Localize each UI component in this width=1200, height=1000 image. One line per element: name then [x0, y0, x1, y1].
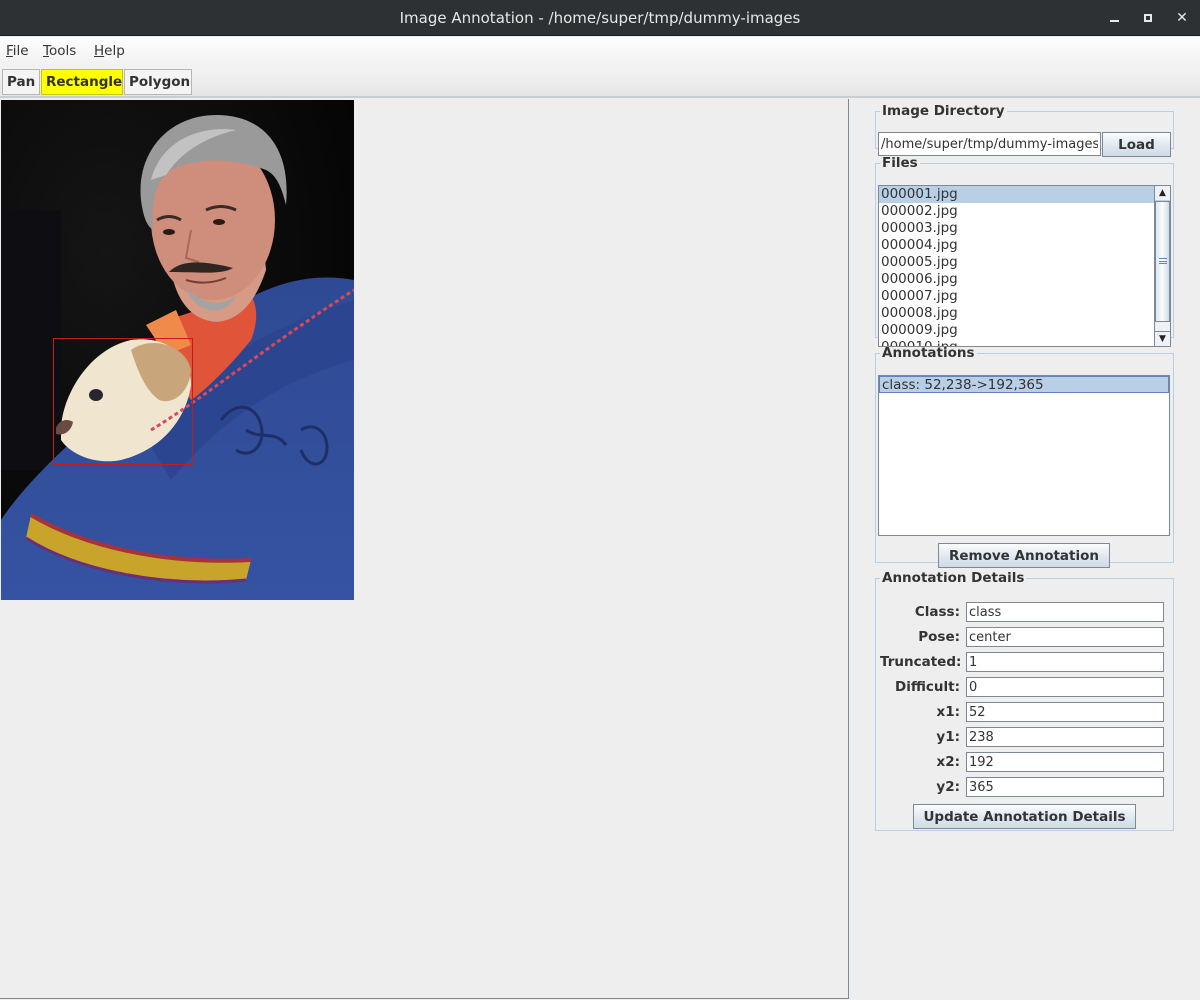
class-label: Class: — [914, 604, 960, 620]
minimize-icon — [1109, 20, 1119, 22]
x1-label: x1: — [936, 704, 961, 720]
annotation-list-item[interactable]: class: 52,238->192,365 — [879, 376, 1169, 393]
right-eye — [213, 219, 225, 225]
file-list-item[interactable]: 000004.jpg — [879, 237, 1170, 254]
difficult-input[interactable] — [966, 677, 1164, 697]
image-directory-group: Image Directory Load — [875, 103, 1174, 157]
file-list-item[interactable]: 000008.jpg — [879, 305, 1170, 322]
menu-file-label: ile — [12, 43, 29, 59]
scroll-up-icon: ▲ — [1159, 188, 1166, 198]
window-title: Image Annotation - /home/super/tmp/dummy… — [399, 9, 801, 27]
menu-tools[interactable]: Tools — [43, 43, 76, 59]
close-icon: ✕ — [1176, 10, 1188, 26]
pose-label: Pose: — [918, 629, 960, 645]
remove-annotation-button[interactable]: Remove Annotation — [938, 543, 1110, 568]
annotations-group: Annotations class: 52,238->192,365 Remov… — [875, 345, 1174, 568]
y2-input[interactable] — [966, 777, 1164, 797]
background-panel — [1, 210, 61, 470]
image-directory-legend: Image Directory — [882, 103, 1005, 119]
file-list-item[interactable]: 000001.jpg — [879, 186, 1170, 203]
menu-help[interactable]: Help — [94, 43, 125, 59]
annotation-details-group: Annotation Details Class: Pose: Truncated:… — [875, 571, 1174, 831]
annotation-rectangle[interactable] — [53, 338, 193, 465]
directory-path-input[interactable] — [878, 132, 1101, 156]
menu-help-label: elp — [104, 43, 125, 59]
annotation-details-legend: Annotation Details — [882, 570, 1025, 586]
truncated-input[interactable] — [966, 652, 1164, 672]
file-list-item[interactable]: 000009.jpg — [879, 322, 1170, 339]
menu-help-mnemonic: H — [94, 43, 105, 59]
x2-label: x2: — [936, 754, 961, 770]
menubar: File Tools Help — [0, 37, 1200, 67]
files-legend: Files — [882, 155, 918, 171]
difficult-label: Difficult: — [895, 679, 960, 695]
files-group: Files 000001.jpg 000002.jpg 000003.jpg 0000… — [875, 155, 1174, 347]
files-list[interactable]: 000001.jpg 000002.jpg 000003.jpg 000004.jpg… — [878, 185, 1171, 347]
file-list-item[interactable]: 000007.jpg — [879, 288, 1170, 305]
menu-file[interactable]: File — [6, 43, 29, 59]
update-annotation-details-button[interactable]: Update Annotation Details — [913, 804, 1136, 829]
annotations-list[interactable]: class: 52,238->192,365 — [878, 375, 1170, 536]
polygon-tool-button[interactable]: Polygon — [124, 69, 192, 95]
files-list-items: 000001.jpg 000002.jpg 000003.jpg 000004.jpg… — [879, 186, 1170, 346]
truncated-label: Truncated: — [880, 654, 962, 670]
annotated-photo[interactable] — [1, 100, 354, 600]
maximize-icon — [1144, 14, 1152, 22]
scroll-grip-icon — [1159, 258, 1167, 264]
tool-toolbar: Pan Rectangle Polygon — [0, 67, 1200, 98]
file-list-item[interactable]: 000003.jpg — [879, 220, 1170, 237]
pose-input[interactable] — [966, 627, 1164, 647]
rectangle-tool-button[interactable]: Rectangle — [41, 69, 123, 95]
annotations-list-items: class: 52,238->192,365 — [879, 376, 1169, 393]
sidebar: Image Directory Load Files 000001.jpg000… — [850, 99, 1200, 1000]
load-button[interactable]: Load — [1102, 132, 1171, 157]
scroll-thumb[interactable] — [1155, 201, 1170, 322]
pan-tool-button[interactable]: Pan — [2, 69, 40, 95]
window-titlebar: Image Annotation - /home/super/tmp/dummy… — [0, 0, 1200, 36]
scroll-up-button[interactable]: ▲ — [1155, 186, 1170, 201]
minimize-button[interactable] — [1104, 8, 1124, 28]
y1-label: y1: — [936, 729, 960, 745]
maximize-button[interactable] — [1138, 8, 1158, 28]
file-list-item[interactable]: 000005.jpg — [879, 254, 1170, 271]
file-list-item[interactable]: 000002.jpg — [879, 203, 1170, 220]
menu-tools-label: ools — [48, 43, 77, 59]
files-scrollbar[interactable]: ▲ ▼ — [1154, 186, 1170, 346]
menu-file-mnemonic: F — [6, 43, 13, 59]
annotations-legend: Annotations — [882, 345, 975, 361]
scroll-down-icon: ▼ — [1159, 334, 1166, 344]
image-canvas[interactable] — [0, 99, 849, 999]
class-input[interactable] — [966, 602, 1164, 622]
y2-label: y2: — [936, 779, 960, 795]
left-eye — [163, 229, 175, 235]
scroll-down-button[interactable]: ▼ — [1155, 331, 1170, 346]
x1-input[interactable] — [966, 702, 1164, 722]
file-list-item[interactable]: 000006.jpg — [879, 271, 1170, 288]
close-button[interactable]: ✕ — [1172, 8, 1192, 28]
y1-input[interactable] — [966, 727, 1164, 747]
x2-input[interactable] — [966, 752, 1164, 772]
